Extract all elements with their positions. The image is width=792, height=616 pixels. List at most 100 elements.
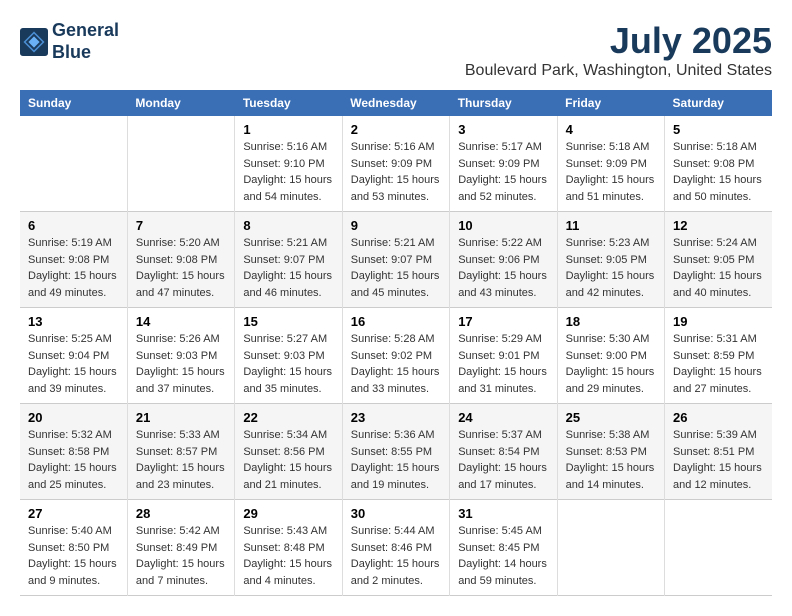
day-info: Sunrise: 5:34 AM Sunset: 8:56 PM Dayligh… (243, 427, 333, 493)
calendar-cell: 17 Sunrise: 5:29 AM Sunset: 9:01 PM Dayli… (450, 308, 557, 404)
day-number: 3 (458, 122, 548, 137)
day-number: 20 (28, 410, 119, 425)
calendar-cell: 28 Sunrise: 5:42 AM Sunset: 8:49 PM Dayli… (127, 500, 234, 596)
day-info: Sunrise: 5:30 AM Sunset: 9:00 PM Dayligh… (566, 331, 656, 397)
logo-text: General Blue (52, 20, 119, 63)
day-info: Sunrise: 5:45 AM Sunset: 8:45 PM Dayligh… (458, 523, 548, 589)
day-number: 19 (673, 314, 764, 329)
calendar-cell: 29 Sunrise: 5:43 AM Sunset: 8:48 PM Dayli… (235, 500, 342, 596)
day-info: Sunrise: 5:26 AM Sunset: 9:03 PM Dayligh… (136, 331, 226, 397)
day-number: 24 (458, 410, 548, 425)
weekday-header-row: SundayMondayTuesdayWednesdayThursdayFrid… (20, 90, 772, 116)
calendar-cell: 1Sunrise: 5:16 AM Sunset: 9:10 PM Daylig… (235, 116, 342, 212)
calendar-cell: 22 Sunrise: 5:34 AM Sunset: 8:56 PM Dayli… (235, 404, 342, 500)
day-number: 14 (136, 314, 226, 329)
calendar-cell: 4Sunrise: 5:18 AM Sunset: 9:09 PM Daylig… (557, 116, 664, 212)
calendar-week-row: 13 Sunrise: 5:25 AM Sunset: 9:04 PM Dayli… (20, 308, 772, 404)
calendar-cell: 16 Sunrise: 5:28 AM Sunset: 9:02 PM Dayli… (342, 308, 449, 404)
day-number: 8 (243, 218, 333, 233)
calendar-cell: 9 Sunrise: 5:21 AM Sunset: 9:07 PM Daylig… (342, 212, 449, 308)
day-info: Sunrise: 5:40 AM Sunset: 8:50 PM Dayligh… (28, 523, 119, 589)
title-block: July 2025 Boulevard Park, Washington, Un… (465, 20, 772, 80)
calendar-cell (557, 500, 664, 596)
day-info: Sunrise: 5:42 AM Sunset: 8:49 PM Dayligh… (136, 523, 226, 589)
day-info: Sunrise: 5:29 AM Sunset: 9:01 PM Dayligh… (458, 331, 548, 397)
day-number: 2 (351, 122, 441, 137)
calendar-cell: 15 Sunrise: 5:27 AM Sunset: 9:03 PM Dayli… (235, 308, 342, 404)
day-number: 23 (351, 410, 441, 425)
day-info: Sunrise: 5:18 AM Sunset: 9:09 PM Dayligh… (566, 139, 656, 205)
day-number: 15 (243, 314, 333, 329)
day-number: 25 (566, 410, 656, 425)
location-title: Boulevard Park, Washington, United State… (465, 62, 772, 80)
day-number: 16 (351, 314, 441, 329)
page-header: General Blue July 2025 Boulevard Park, W… (20, 20, 772, 80)
calendar-cell: 19 Sunrise: 5:31 AM Sunset: 8:59 PM Dayli… (665, 308, 772, 404)
calendar-cell: 3Sunrise: 5:17 AM Sunset: 9:09 PM Daylig… (450, 116, 557, 212)
calendar-week-row: 20 Sunrise: 5:32 AM Sunset: 8:58 PM Dayli… (20, 404, 772, 500)
weekday-header: Monday (127, 90, 234, 116)
day-info: Sunrise: 5:19 AM Sunset: 9:08 PM Dayligh… (28, 235, 119, 301)
day-number: 28 (136, 506, 226, 521)
calendar-cell (127, 116, 234, 212)
day-info: Sunrise: 5:38 AM Sunset: 8:53 PM Dayligh… (566, 427, 656, 493)
weekday-header: Saturday (665, 90, 772, 116)
day-info: Sunrise: 5:32 AM Sunset: 8:58 PM Dayligh… (28, 427, 119, 493)
weekday-header: Wednesday (342, 90, 449, 116)
day-info: Sunrise: 5:23 AM Sunset: 9:05 PM Dayligh… (566, 235, 656, 301)
day-info: Sunrise: 5:44 AM Sunset: 8:46 PM Dayligh… (351, 523, 441, 589)
day-number: 22 (243, 410, 333, 425)
calendar-cell: 18 Sunrise: 5:30 AM Sunset: 9:00 PM Dayli… (557, 308, 664, 404)
month-title: July 2025 (465, 20, 772, 62)
day-number: 18 (566, 314, 656, 329)
calendar-cell: 25 Sunrise: 5:38 AM Sunset: 8:53 PM Dayli… (557, 404, 664, 500)
calendar-cell: 23 Sunrise: 5:36 AM Sunset: 8:55 PM Dayli… (342, 404, 449, 500)
logo-icon (20, 28, 48, 56)
calendar-cell: 10 Sunrise: 5:22 AM Sunset: 9:06 PM Dayli… (450, 212, 557, 308)
calendar-cell (665, 500, 772, 596)
calendar-cell (20, 116, 127, 212)
calendar-table: SundayMondayTuesdayWednesdayThursdayFrid… (20, 90, 772, 596)
day-number: 6 (28, 218, 119, 233)
day-number: 7 (136, 218, 226, 233)
calendar-cell: 26Sunrise: 5:39 AM Sunset: 8:51 PM Dayli… (665, 404, 772, 500)
calendar-cell: 6 Sunrise: 5:19 AM Sunset: 9:08 PM Daylig… (20, 212, 127, 308)
day-info: Sunrise: 5:27 AM Sunset: 9:03 PM Dayligh… (243, 331, 333, 397)
day-number: 30 (351, 506, 441, 521)
day-number: 5 (673, 122, 764, 137)
day-number: 10 (458, 218, 548, 233)
day-info: Sunrise: 5:22 AM Sunset: 9:06 PM Dayligh… (458, 235, 548, 301)
day-info: Sunrise: 5:31 AM Sunset: 8:59 PM Dayligh… (673, 331, 764, 397)
day-info: Sunrise: 5:18 AM Sunset: 9:08 PM Dayligh… (673, 139, 764, 205)
day-number: 27 (28, 506, 119, 521)
day-info: Sunrise: 5:28 AM Sunset: 9:02 PM Dayligh… (351, 331, 441, 397)
calendar-week-row: 1Sunrise: 5:16 AM Sunset: 9:10 PM Daylig… (20, 116, 772, 212)
day-number: 31 (458, 506, 548, 521)
day-number: 29 (243, 506, 333, 521)
weekday-header: Thursday (450, 90, 557, 116)
weekday-header: Tuesday (235, 90, 342, 116)
day-info: Sunrise: 5:37 AM Sunset: 8:54 PM Dayligh… (458, 427, 548, 493)
calendar-cell: 21Sunrise: 5:33 AM Sunset: 8:57 PM Dayli… (127, 404, 234, 500)
day-info: Sunrise: 5:21 AM Sunset: 9:07 PM Dayligh… (351, 235, 441, 301)
day-number: 9 (351, 218, 441, 233)
day-info: Sunrise: 5:39 AM Sunset: 8:51 PM Dayligh… (673, 427, 764, 493)
day-info: Sunrise: 5:16 AM Sunset: 9:10 PM Dayligh… (243, 139, 333, 205)
logo: General Blue (20, 20, 119, 63)
weekday-header: Friday (557, 90, 664, 116)
calendar-week-row: 27 Sunrise: 5:40 AM Sunset: 8:50 PM Dayli… (20, 500, 772, 596)
day-info: Sunrise: 5:25 AM Sunset: 9:04 PM Dayligh… (28, 331, 119, 397)
day-number: 12 (673, 218, 764, 233)
calendar-cell: 12 Sunrise: 5:24 AM Sunset: 9:05 PM Dayli… (665, 212, 772, 308)
calendar-week-row: 6 Sunrise: 5:19 AM Sunset: 9:08 PM Daylig… (20, 212, 772, 308)
day-number: 17 (458, 314, 548, 329)
calendar-cell: 13 Sunrise: 5:25 AM Sunset: 9:04 PM Dayli… (20, 308, 127, 404)
weekday-header: Sunday (20, 90, 127, 116)
day-info: Sunrise: 5:43 AM Sunset: 8:48 PM Dayligh… (243, 523, 333, 589)
calendar-cell: 20 Sunrise: 5:32 AM Sunset: 8:58 PM Dayli… (20, 404, 127, 500)
day-number: 13 (28, 314, 119, 329)
day-info: Sunrise: 5:20 AM Sunset: 9:08 PM Dayligh… (136, 235, 226, 301)
day-info: Sunrise: 5:36 AM Sunset: 8:55 PM Dayligh… (351, 427, 441, 493)
calendar-cell: 2Sunrise: 5:16 AM Sunset: 9:09 PM Daylig… (342, 116, 449, 212)
day-info: Sunrise: 5:24 AM Sunset: 9:05 PM Dayligh… (673, 235, 764, 301)
